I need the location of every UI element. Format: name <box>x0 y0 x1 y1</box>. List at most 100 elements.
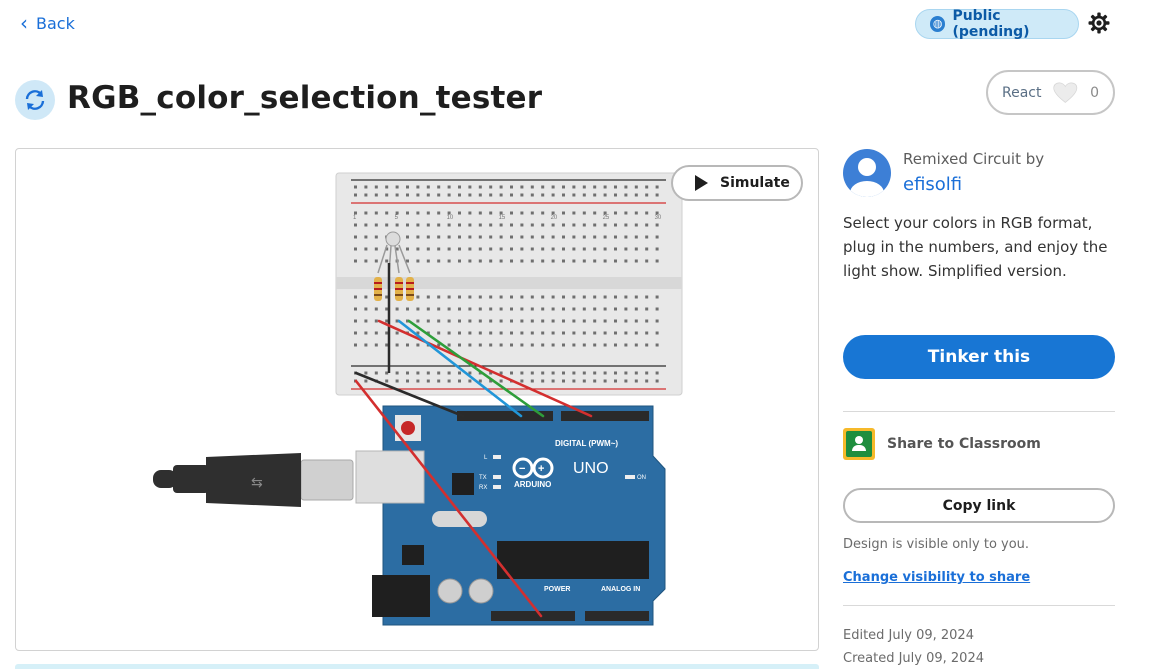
breadboard-hole <box>489 307 493 311</box>
breadboard-hole <box>458 295 461 299</box>
breadboard-hole <box>645 193 649 197</box>
arduino-model-text: UNO <box>573 460 609 477</box>
breadboard-hole <box>364 185 368 189</box>
breadboard-hole <box>562 343 565 347</box>
breadboard-hole <box>364 235 368 239</box>
breadboard-hole <box>572 185 576 189</box>
breadboard-hole <box>437 295 441 299</box>
breadboard-hole <box>530 193 534 197</box>
breadboard-hole <box>645 307 649 311</box>
breadboard-hole <box>603 371 607 375</box>
breadboard-hole <box>426 211 430 215</box>
breadboard-hole <box>614 371 617 375</box>
breadboard-hole <box>551 295 555 299</box>
breadboard-hole <box>416 379 420 383</box>
breadboard-hole <box>593 211 597 215</box>
breadboard-hole <box>593 371 597 375</box>
breadboard-hole <box>593 331 597 335</box>
breadboard-hole <box>468 235 472 239</box>
breadboard-hole <box>354 259 357 263</box>
avatar[interactable] <box>843 149 891 197</box>
breadboard-hole <box>385 223 389 227</box>
breadboard-hole <box>406 371 409 375</box>
breadboard-hole <box>489 331 493 335</box>
breadboard-hole <box>655 193 659 197</box>
breadboard-hole <box>614 319 617 323</box>
breadboard-hole <box>489 247 493 251</box>
breadboard-hole <box>354 247 357 251</box>
breadboard-hole <box>520 331 524 335</box>
breadboard-hole <box>572 371 576 375</box>
breadboard-hole <box>541 247 545 251</box>
breadboard-hole <box>551 371 555 375</box>
gear-icon[interactable] <box>1087 11 1111 35</box>
breadboard-hole <box>468 331 472 335</box>
breadboard-hole <box>541 223 545 227</box>
breadboard-hole <box>572 235 576 239</box>
breadboard-hole <box>634 371 638 375</box>
breadboard-hole <box>426 235 430 239</box>
breadboard-hole <box>510 211 513 215</box>
breadboard-hole <box>395 331 399 335</box>
react-button[interactable]: React 0 <box>986 70 1115 115</box>
breadboard-hole <box>551 379 555 383</box>
breadboard-hole <box>645 379 649 383</box>
breadboard-hole <box>562 331 565 335</box>
breadboard-hole <box>458 343 461 347</box>
breadboard-hole <box>593 247 597 251</box>
breadboard-hole <box>364 247 368 251</box>
breadboard-hole <box>416 307 420 311</box>
breadboard-hole <box>416 371 420 375</box>
share-to-classroom-button[interactable]: Share to Classroom <box>843 428 1041 460</box>
breadboard-hole <box>634 295 638 299</box>
breadboard-hole <box>582 331 586 335</box>
breadboard-hole <box>541 319 545 323</box>
breadboard-hole <box>614 343 617 347</box>
breadboard-hole <box>520 259 524 263</box>
breadboard-hole <box>385 193 389 197</box>
breadboard-hole <box>562 247 565 251</box>
heart-icon <box>1053 82 1078 103</box>
breadboard-hole <box>416 185 420 189</box>
breadboard-hole <box>468 319 472 323</box>
breadboard-hole <box>364 307 368 311</box>
back-link[interactable]: ‹ Back <box>20 13 75 33</box>
breadboard-hole <box>655 331 659 335</box>
project-description: Select your colors in RGB format, plug i… <box>843 214 1108 280</box>
breadboard-hole <box>572 319 576 323</box>
breadboard-hole <box>374 185 378 189</box>
visibility-badge[interactable]: ◍ Public (pending) <box>915 8 1079 40</box>
breadboard-hole <box>478 307 482 311</box>
visibility-label: Public (pending) <box>952 8 1030 40</box>
tinker-this-button[interactable]: Tinker this <box>843 335 1115 379</box>
breadboard-hole <box>478 193 482 197</box>
breadboard-hole <box>354 223 357 227</box>
breadboard-hole <box>614 307 617 311</box>
breadboard-hole <box>447 295 451 299</box>
breadboard-hole <box>614 185 617 189</box>
breadboard-hole <box>603 259 607 263</box>
simulate-button[interactable]: Simulate <box>671 165 803 201</box>
breadboard-hole <box>520 223 524 227</box>
change-visibility-link[interactable]: Change visibility to share <box>843 570 1030 585</box>
breadboard-hole <box>374 307 378 311</box>
author-link[interactable]: efisolfi <box>903 174 962 195</box>
breadboard-hole <box>624 379 628 383</box>
breadboard-hole <box>437 235 441 239</box>
breadboard-hole <box>582 185 586 189</box>
breadboard-hole <box>478 185 482 189</box>
breadboard-hole <box>603 247 607 251</box>
breadboard-hole <box>520 319 524 323</box>
breadboard-hole <box>416 319 420 323</box>
breadboard-hole <box>530 379 534 383</box>
breadboard-hole <box>645 319 649 323</box>
breadboard-hole <box>572 331 576 335</box>
breadboard-hole <box>395 307 399 311</box>
globe-icon: ◍ <box>930 16 946 32</box>
divider <box>843 605 1115 606</box>
breadboard-hole <box>541 331 545 335</box>
copy-link-button[interactable]: Copy link <box>843 488 1115 523</box>
circuit-canvas[interactable]: 1 5 10 15 20 25 30 − + ARDUINO UNO DIGIT… <box>15 148 819 651</box>
breadboard-hole <box>374 343 378 347</box>
breadboard-hole <box>468 193 472 197</box>
